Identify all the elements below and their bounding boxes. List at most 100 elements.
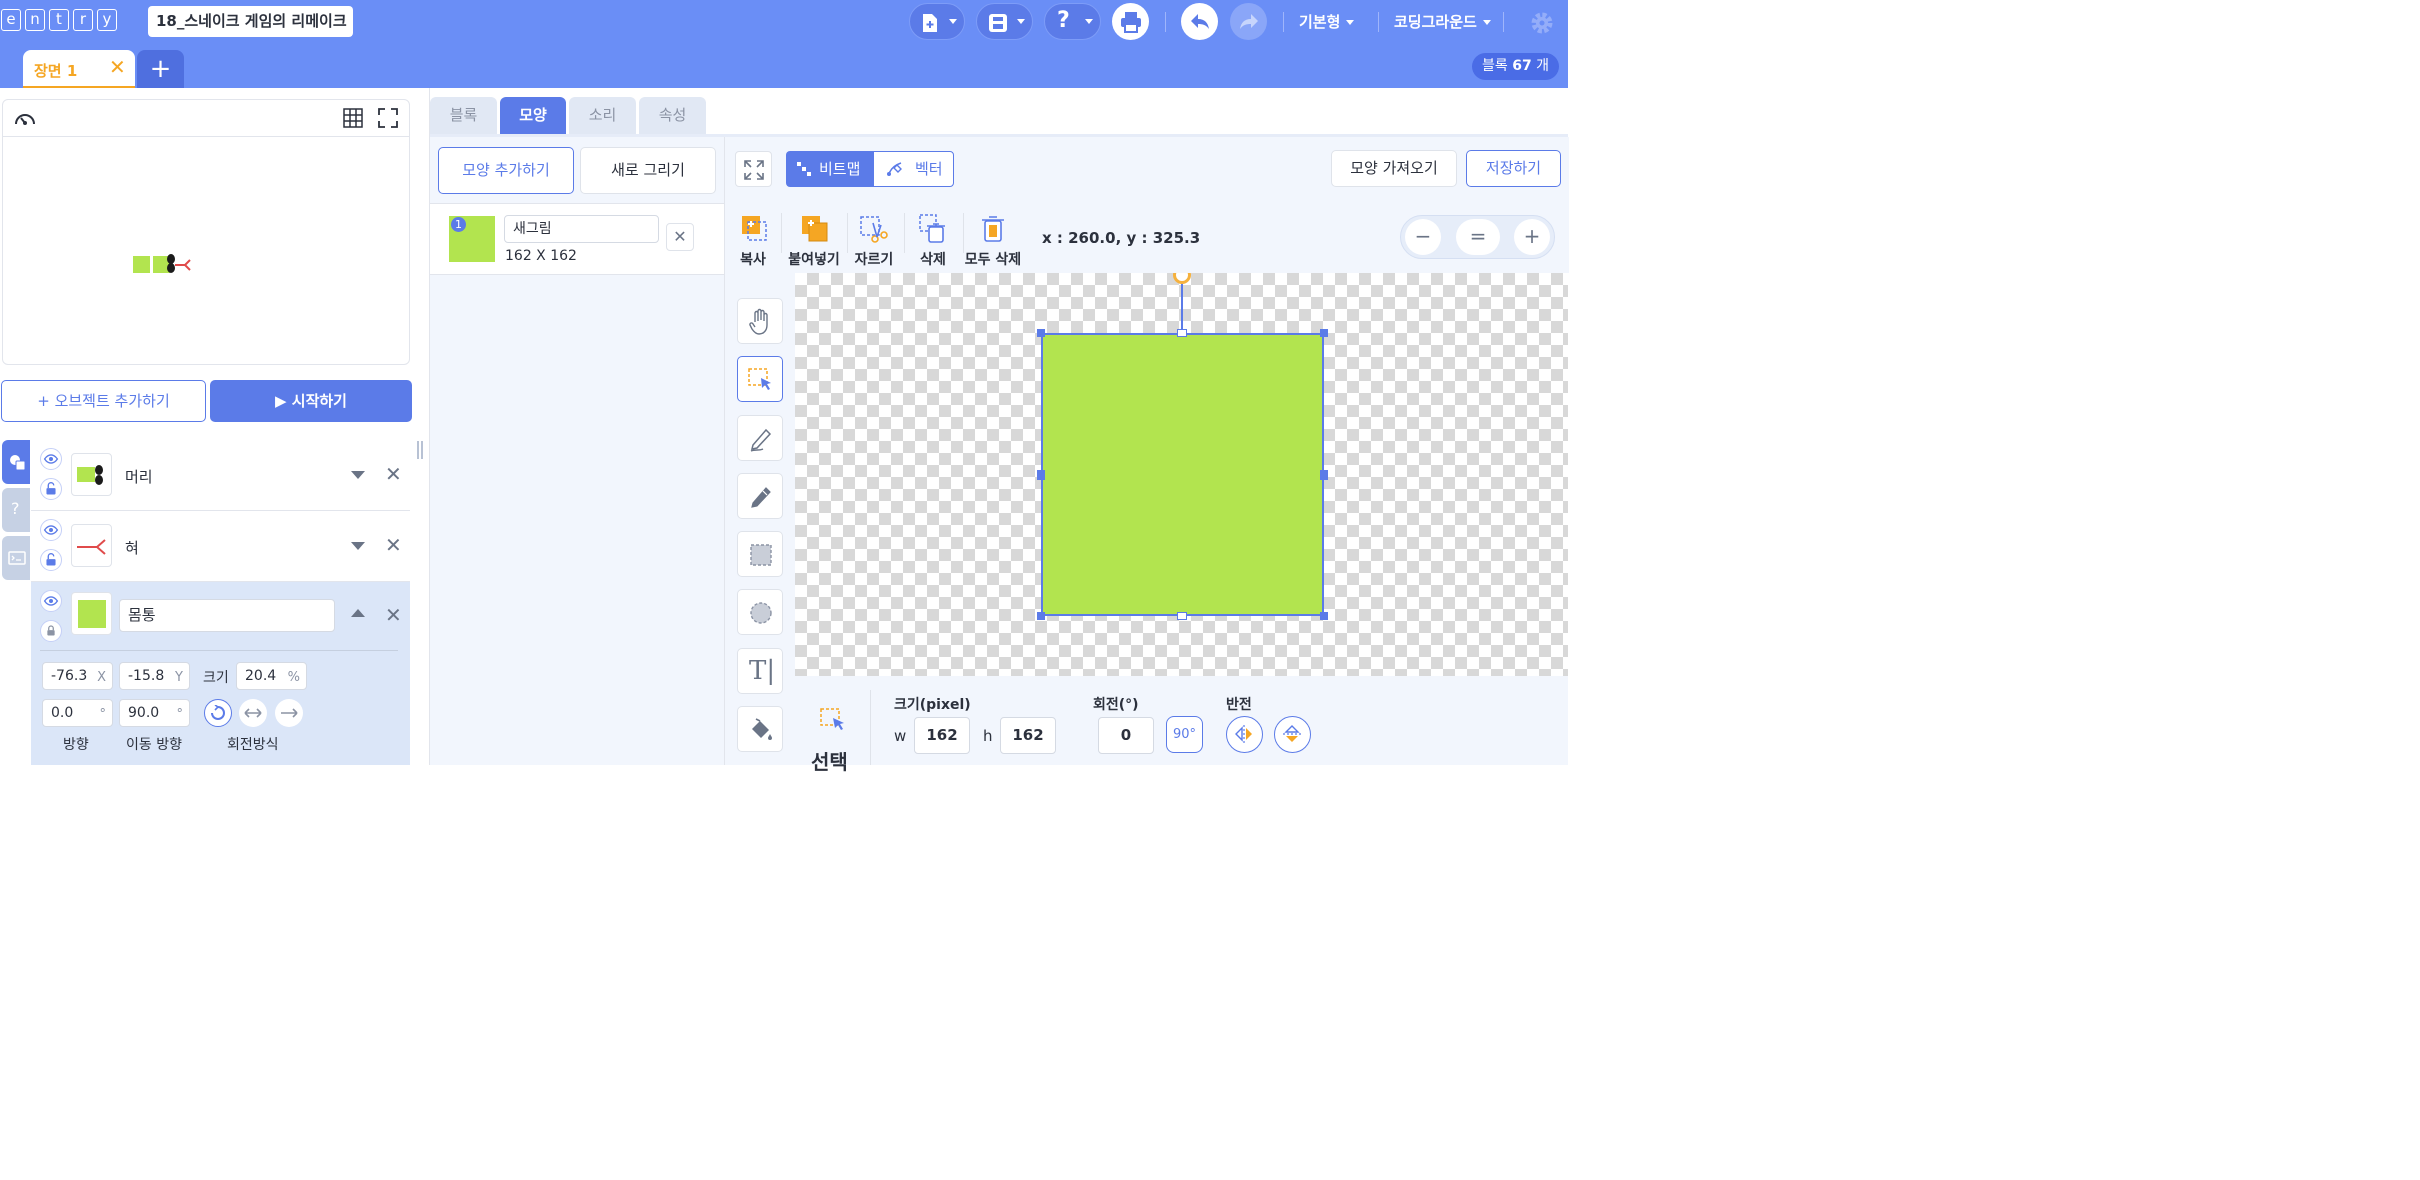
resize-handle-w[interactable] [1037, 470, 1045, 480]
settings-gear-icon[interactable] [1529, 10, 1555, 36]
zoom-in-button[interactable]: + [1514, 219, 1550, 255]
select-tool[interactable] [737, 356, 783, 402]
rotate-90-button[interactable]: 90° [1166, 716, 1203, 753]
zoom-out-button[interactable]: − [1405, 219, 1441, 255]
visibility-eye-icon[interactable] [40, 448, 62, 470]
add-shape-button[interactable]: 모양 추가하기 [438, 147, 574, 194]
fill-tool[interactable] [737, 706, 783, 752]
delete-tool[interactable]: 삭제 [911, 211, 955, 271]
tab-help[interactable]: ? [2, 488, 30, 532]
expand-arrow-icon[interactable] [351, 471, 365, 479]
object-row-tongue[interactable]: 혀 ✕ [31, 511, 410, 582]
pencil-tool[interactable] [737, 473, 783, 519]
panel-resize-handle[interactable] [417, 441, 423, 459]
x-position-value: -76.3 [51, 668, 88, 684]
copy-tool[interactable]: 복사 [735, 211, 771, 271]
top-bar: e n t r y 18_스네이크 게임의 리메이크 ? 기본형 코딩그라운드 … [0, 0, 1568, 88]
project-title-input[interactable]: 18_스네이크 게임의 리메이크 [148, 6, 353, 37]
close-icon[interactable]: ✕ [109, 55, 126, 79]
tab-sounds[interactable]: 소리 [569, 97, 636, 134]
rectangle-tool[interactable] [737, 531, 783, 577]
flip-vertical-button[interactable] [1274, 716, 1311, 753]
new-file-menu[interactable] [909, 3, 965, 40]
resize-handle-n[interactable] [1177, 329, 1187, 337]
resize-handle-e[interactable] [1320, 470, 1328, 480]
rotate-horizontal-button[interactable] [239, 699, 267, 727]
move-direction-input[interactable]: 90.0 ° [119, 699, 190, 727]
unlock-icon[interactable] [40, 549, 62, 571]
rotate-handle[interactable] [1173, 273, 1191, 284]
delete-object-icon[interactable]: ✕ [385, 533, 402, 557]
size-input[interactable]: 20.4% [236, 662, 307, 690]
visibility-eye-icon[interactable] [40, 590, 62, 612]
bitmap-mode-button[interactable]: 비트맵 [786, 151, 873, 187]
theme-menu[interactable]: 코딩그라운드 [1394, 11, 1491, 32]
save-menu[interactable] [976, 3, 1033, 40]
shape-item[interactable]: 1 새그림 162 X 162 ✕ [430, 203, 724, 275]
shape-list-panel: 모양 추가하기 새로 그리기 1 새그림 162 X 162 ✕ [430, 137, 724, 765]
direction-input[interactable]: 0.0 ° [42, 699, 113, 727]
height-input[interactable]: 162 [1000, 717, 1056, 754]
resize-handle-nw[interactable] [1037, 329, 1045, 337]
no-rotate-button[interactable] [275, 699, 303, 727]
divider [1378, 12, 1379, 32]
resize-handle-s[interactable] [1177, 612, 1187, 620]
rotate-free-button[interactable] [204, 699, 232, 727]
lock-icon[interactable] [40, 620, 62, 642]
grid-icon[interactable] [343, 108, 363, 128]
brush-pen-icon [750, 428, 772, 452]
fullscreen-icon[interactable] [378, 108, 398, 128]
x-position-input[interactable]: -76.3 X [42, 662, 113, 690]
unlock-icon[interactable] [40, 478, 62, 500]
object-row-head[interactable]: 머리 ✕ [31, 440, 410, 511]
undo-button[interactable] [1181, 3, 1218, 40]
paste-tool[interactable]: 붙여넣기 [786, 211, 842, 271]
speed-gauge-icon[interactable] [13, 107, 37, 129]
vector-mode-button[interactable]: 벡터 [873, 151, 954, 187]
resize-handle-sw[interactable] [1037, 612, 1045, 620]
y-position-input[interactable]: -15.8 Y [119, 662, 190, 690]
help-menu[interactable]: ? [1044, 3, 1101, 40]
text-tool[interactable]: T| [737, 648, 783, 694]
expand-arrow-icon[interactable] [351, 542, 365, 550]
logo-letter-t: t [49, 9, 69, 31]
tab-properties[interactable]: 속성 [639, 97, 706, 134]
tab-objects[interactable] [2, 440, 30, 484]
fit-canvas-button[interactable] [735, 151, 772, 187]
print-button[interactable] [1112, 3, 1149, 40]
shape-name-input[interactable]: 새그림 [504, 215, 659, 243]
tab-blocks[interactable]: 블록 [430, 97, 497, 134]
flip-horizontal-button[interactable] [1226, 716, 1263, 753]
new-drawing-button[interactable]: 새로 그리기 [580, 147, 716, 194]
hand-tool[interactable] [737, 298, 783, 344]
object-name-input[interactable]: 몸통 [119, 599, 335, 632]
visibility-eye-icon[interactable] [40, 519, 62, 541]
cut-tool[interactable]: 자르기 [851, 211, 897, 271]
help-icon: ? [11, 499, 20, 518]
brush-tool[interactable] [737, 415, 783, 461]
drawing-canvas[interactable] [795, 273, 1568, 676]
import-shape-button[interactable]: 모양 가져오기 [1331, 150, 1457, 187]
selection-box[interactable] [1041, 333, 1324, 616]
add-object-button[interactable]: + 오브젝트 추가하기 [1, 380, 206, 422]
tab-console[interactable] [2, 536, 30, 580]
width-input[interactable]: 162 [914, 717, 970, 754]
delete-all-tool[interactable]: 모두 삭제 [963, 211, 1023, 271]
rotation-input[interactable]: 0 [1098, 717, 1154, 754]
delete-shape-button[interactable]: ✕ [666, 223, 694, 251]
ellipse-tool[interactable] [737, 589, 783, 635]
add-scene-button[interactable]: + [137, 50, 184, 88]
delete-object-icon[interactable]: ✕ [385, 603, 402, 627]
zoom-reset-button[interactable]: = [1456, 219, 1500, 255]
stage-sprite-body[interactable] [133, 256, 150, 273]
collapse-arrow-icon[interactable] [351, 609, 365, 617]
delete-object-icon[interactable]: ✕ [385, 462, 402, 486]
redo-button[interactable] [1230, 3, 1267, 40]
start-button[interactable]: ▶ 시작하기 [210, 380, 412, 422]
scene-tab[interactable]: 장면 1 ✕ [23, 50, 135, 88]
resize-handle-se[interactable] [1320, 612, 1328, 620]
resize-handle-ne[interactable] [1320, 329, 1328, 337]
save-shape-button[interactable]: 저장하기 [1466, 150, 1561, 187]
mode-menu[interactable]: 기본형 [1299, 11, 1355, 32]
tab-shapes[interactable]: 모양 [500, 97, 566, 134]
